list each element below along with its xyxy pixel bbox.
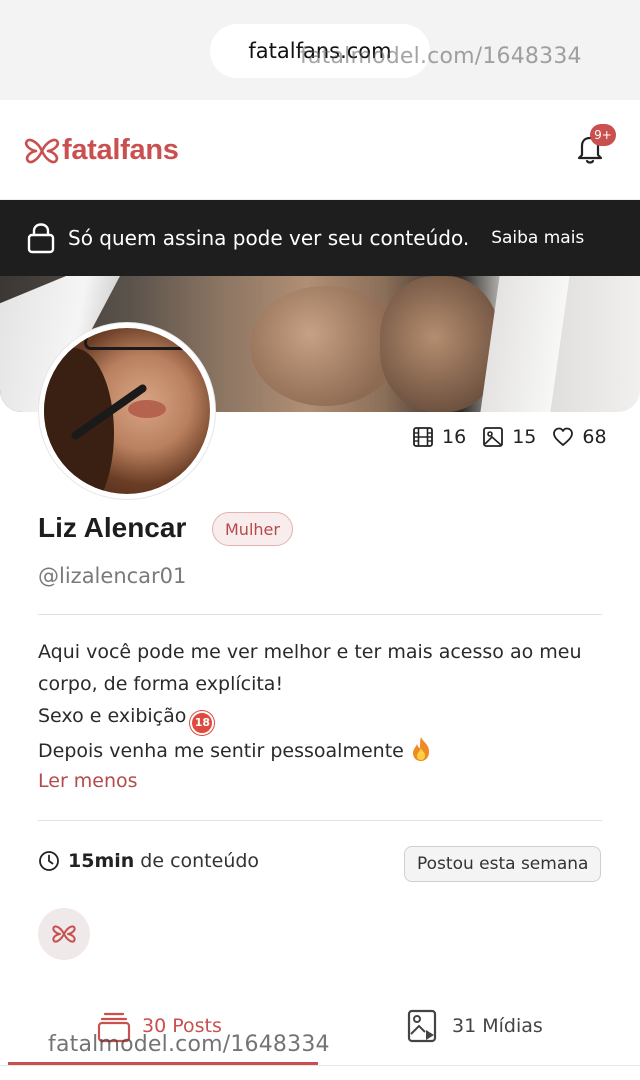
content-duration-label: de conteúdo bbox=[140, 850, 260, 872]
notification-badge: 9+ bbox=[590, 124, 616, 146]
heart-icon bbox=[553, 427, 574, 446]
gender-badge: Mulher bbox=[212, 512, 293, 546]
profile-stats: 16 15 68 bbox=[412, 426, 623, 448]
photos-count: 15 bbox=[482, 426, 536, 448]
likes-count-value: 68 bbox=[582, 426, 607, 448]
adults-only-emoji-icon: 18 bbox=[190, 711, 215, 735]
logo-text: fatalfans bbox=[62, 134, 179, 166]
divider bbox=[38, 820, 602, 821]
content-duration: 15min de conteúdo bbox=[38, 850, 259, 872]
notice-text: Só quem assina pode ver seu conteúdo. bbox=[68, 226, 470, 250]
favorite-button[interactable] bbox=[38, 908, 90, 960]
image-icon bbox=[483, 427, 504, 447]
posted-this-week-badge: Postou esta semana bbox=[404, 846, 602, 882]
bio-line-1: Aqui você pode me ver melhor e ter mais … bbox=[38, 641, 582, 663]
subscribe-notice-bar: Só quem assina pode ver seu conteúdo. Sa… bbox=[0, 200, 640, 276]
watermark-bottom: fatalmodel.com/1648334 bbox=[48, 1032, 330, 1057]
learn-more-link[interactable]: Saiba mais bbox=[491, 228, 584, 248]
lock-icon bbox=[27, 223, 55, 254]
profile-bio: Aqui você pode me ver melhor e ter mais … bbox=[38, 636, 608, 767]
content-duration-value: 15min bbox=[68, 850, 135, 872]
divider bbox=[38, 614, 602, 615]
profile-name: Liz Alencar bbox=[38, 512, 187, 543]
photos-count-value: 15 bbox=[512, 426, 537, 448]
profile-handle: @lizalencar01 bbox=[38, 564, 187, 588]
tab-media[interactable]: 31 Mídias bbox=[406, 1008, 543, 1044]
butterfly-icon bbox=[52, 925, 76, 943]
watermark-top: fatalmodel.com/1648334 bbox=[300, 44, 582, 69]
bio-line-3: Sexo e exibição 18 bbox=[38, 700, 608, 735]
profile-avatar[interactable] bbox=[38, 322, 216, 500]
app-header: fatalfans bbox=[0, 100, 640, 200]
media-icon bbox=[407, 1009, 437, 1043]
film-icon bbox=[413, 427, 433, 447]
tab-media-label: 31 Mídias bbox=[452, 1015, 543, 1037]
fatalfans-logo[interactable]: fatalfans bbox=[24, 134, 179, 167]
videos-count: 16 bbox=[412, 426, 466, 448]
clock-icon bbox=[39, 851, 59, 871]
likes-count: 68 bbox=[552, 426, 607, 448]
bio-line-4: Depois venha me sentir pessoalmente bbox=[38, 735, 608, 767]
read-less-link[interactable]: Ler menos bbox=[38, 770, 138, 792]
active-tab-indicator bbox=[8, 1062, 318, 1065]
bio-line-2: corpo, de forma explícita! bbox=[38, 673, 284, 695]
videos-count-value: 16 bbox=[442, 426, 467, 448]
fire-emoji-icon bbox=[412, 737, 429, 761]
butterfly-logo-icon bbox=[24, 138, 60, 163]
